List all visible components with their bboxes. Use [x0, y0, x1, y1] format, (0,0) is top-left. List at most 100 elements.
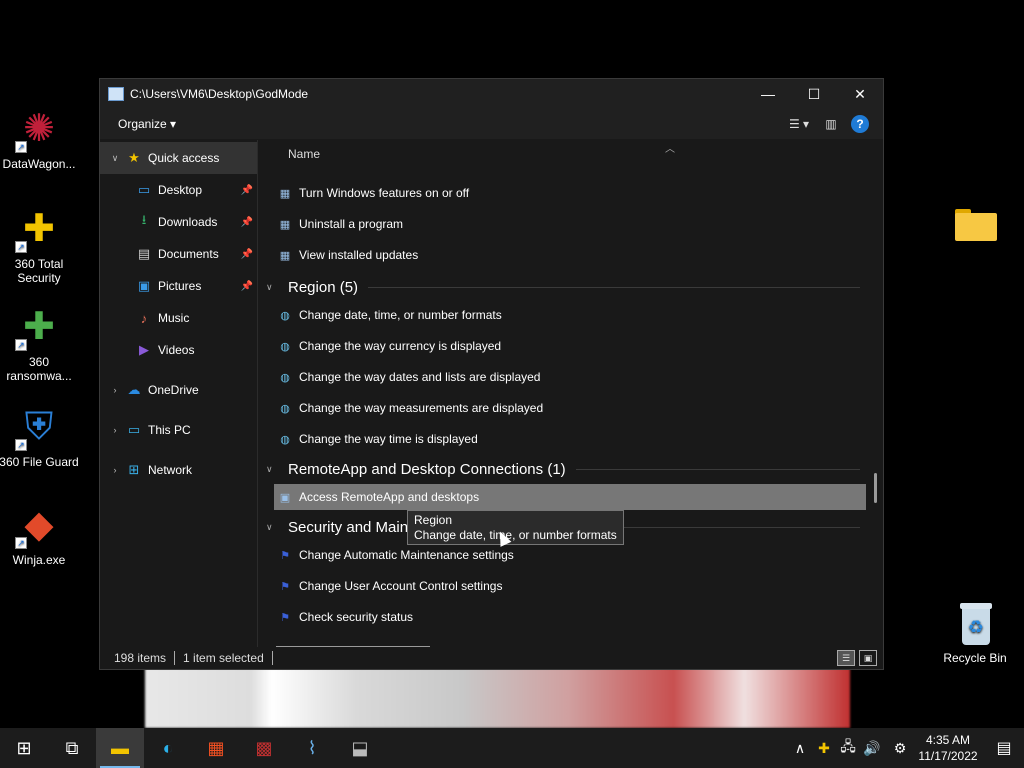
collapse-chevron-icon[interactable]: ∨	[266, 522, 280, 533]
nav-icon: ♪	[140, 310, 148, 326]
status-bar: 198 items 1 item selected ☰ ▣	[100, 647, 883, 669]
title-bar[interactable]: C:\Users\VM6\Desktop\GodMode — ☐ ✕	[100, 79, 883, 109]
control-panel-item-icon: ⚑	[280, 580, 290, 593]
nav-item-documents[interactable]: ▤ Documents 📌	[100, 238, 257, 270]
list-item-label: Change the way time is displayed	[299, 432, 478, 446]
details-view-icon[interactable]: ☰	[837, 650, 855, 666]
nav-item-quick-access[interactable]: ∨ ★ Quick access	[100, 142, 257, 174]
list-item[interactable]: ▦ Turn Windows features on or off	[274, 180, 866, 206]
nav-icon: ▭	[127, 422, 141, 437]
list-item[interactable]: ⚑ Check security status	[274, 604, 866, 630]
group-header[interactable]: ∨ Region (5)	[266, 275, 866, 299]
nav-item-music[interactable]: ♪ Music	[100, 302, 257, 334]
nav-icon: ⭳	[141, 212, 147, 227]
expand-chevron-icon[interactable]: ∨	[108, 153, 122, 164]
control-panel-item-icon: ▦	[279, 187, 291, 200]
recycle-bin[interactable]: ♻ Recycle Bin	[935, 603, 1015, 665]
nav-item-label: Pictures	[158, 279, 202, 293]
nav-icon: ⊞	[128, 462, 140, 477]
list-item[interactable]: ⚑ Change User Account Control settings	[274, 573, 866, 599]
explorer-body: ∨ ★ Quick access ▭ Desktop 📌 ⭳ Downloads 📌 ▤ Docum…	[100, 140, 883, 650]
maximize-button[interactable]: ☐	[791, 79, 837, 109]
list-item[interactable]: ▦ Uninstall a program	[274, 211, 866, 237]
preview-pane-icon[interactable]: ▥	[819, 114, 843, 134]
collapse-chevron-icon[interactable]: ∨	[266, 464, 280, 475]
file-explorer-button[interactable]: ▬	[96, 728, 144, 768]
collapse-chevron-icon[interactable]: ∨	[266, 282, 280, 293]
column-header[interactable]: Name ︿	[258, 140, 883, 168]
list-item[interactable]: ▣ Access RemoteApp and desktops	[274, 484, 866, 510]
pin-icon: 📌	[240, 280, 253, 292]
nav-item-label: Downloads	[158, 215, 218, 229]
expand-chevron-icon[interactable]: ›	[108, 465, 122, 475]
expand-chevron-icon[interactable]: ›	[108, 385, 122, 395]
desktop-shortcut[interactable]: ✺ ↗ DataWagon...	[0, 105, 79, 171]
app-drive-button[interactable]: ⬓	[336, 728, 384, 768]
close-button[interactable]: ✕	[837, 79, 883, 109]
nav-item-onedrive[interactable]: › ☁ OneDrive	[100, 374, 257, 406]
control-panel-item-icon: ◍	[280, 371, 290, 384]
nav-item-this-pc[interactable]: › ▭ This PC	[100, 414, 257, 446]
list-item[interactable]: ◍ Change the way currency is displayed	[274, 333, 866, 359]
desktop-shortcut[interactable]: ✚ ↗ 360 ransomwa...	[0, 303, 79, 383]
nav-item-pictures[interactable]: ▣ Pictures 📌	[100, 270, 257, 302]
notification-center-icon[interactable]: ▤	[984, 738, 1024, 758]
clock-time: 4:35 AM	[925, 733, 971, 747]
list-item-label: Change date, time, or number formats	[299, 308, 502, 322]
list-item[interactable]: ◍ Change date, time, or number formats	[274, 302, 866, 328]
pin-icon: 📌	[240, 184, 253, 196]
list-item-label: Access RemoteApp and desktops	[299, 490, 480, 504]
pin-icon: 📌	[240, 216, 253, 228]
vertical-scrollbar[interactable]	[874, 473, 877, 503]
edge-button[interactable]: ◐	[144, 728, 192, 768]
control-panel-item-icon: ▦	[279, 218, 291, 231]
column-name[interactable]: Name	[288, 147, 320, 161]
organize-menu[interactable]: Organize ▾	[110, 113, 184, 135]
settings-gear-icon[interactable]: ⚙	[888, 740, 912, 757]
list-item[interactable]: ▦ View installed updates	[274, 242, 866, 268]
help-icon[interactable]: ?	[851, 114, 869, 133]
nav-item-downloads[interactable]: ⭳ Downloads 📌	[100, 206, 257, 238]
recycle-bin-icon: ♻	[956, 603, 994, 647]
list-item[interactable]: ◍ Change the way dates and lists are disp…	[274, 364, 866, 390]
group-divider	[575, 468, 860, 470]
nav-icon: ▣	[137, 278, 151, 293]
list-item[interactable]: ⚑ Change Automatic Maintenance settings	[274, 542, 866, 568]
group-header[interactable]: ∨ RemoteApp and Desktop Connections (1)	[266, 457, 866, 481]
control-panel-item-icon: ◍	[280, 309, 290, 322]
clock-date: 11/17/2022	[918, 749, 978, 763]
nav-item-desktop[interactable]: ▭ Desktop 📌	[100, 174, 257, 206]
clock[interactable]: 4:35 AM 11/17/2022	[912, 732, 984, 764]
360-tray-icon[interactable]: ✚	[812, 740, 836, 757]
list-item-label: Turn Windows features on or off	[299, 186, 470, 200]
desktop-shortcut[interactable]: ✚ ↗ 360 Total Security	[0, 205, 79, 285]
list-item[interactable]: ◍ Change the way time is displayed	[274, 426, 866, 452]
desktop-shortcut[interactable]: ◆ ↗ Winja.exe	[0, 501, 79, 567]
task-view-button[interactable]: ⧉	[48, 728, 96, 768]
desktop-shortcut-label: DataWagon...	[2, 157, 76, 171]
expand-chevron-icon[interactable]: ›	[108, 425, 122, 435]
nav-item-label: Quick access	[148, 151, 220, 165]
start-button[interactable]: ⊞	[0, 728, 48, 768]
show-hidden-icons-button[interactable]: ∧	[788, 740, 812, 757]
desktop-shortcut-label: 360 ransomwa...	[6, 355, 72, 383]
group-title: Security and Mainte	[288, 518, 421, 536]
large-icons-view-icon[interactable]: ▣	[859, 650, 877, 666]
control-panel-item-icon: ◍	[280, 402, 290, 415]
store-button[interactable]: ▦	[192, 728, 240, 768]
app-red-button[interactable]: ▩	[240, 728, 288, 768]
window-icon	[108, 87, 124, 101]
network-icon[interactable]: 🖧	[836, 736, 860, 760]
desktop-shortcut[interactable]: ⛨ ↗ 360 File Guard	[0, 403, 79, 469]
nav-item-network[interactable]: › ⊞ Network	[100, 454, 257, 486]
list-item[interactable]: ◍ Change the way measurements are display…	[274, 395, 866, 421]
view-options-icon[interactable]: ☰ ▾	[787, 114, 811, 134]
nav-icon: ▭	[137, 182, 151, 197]
desktop-folder-icon[interactable]	[935, 205, 1015, 245]
list-item-label: Change the way dates and lists are displ…	[299, 370, 541, 384]
volume-icon[interactable]: 🔊	[860, 740, 884, 757]
desktop-shortcut-label: 360 Total Security	[14, 257, 64, 285]
nav-item-videos[interactable]: ▶ Videos	[100, 334, 257, 366]
minimize-button[interactable]: —	[745, 79, 791, 109]
app-monitor-button[interactable]: ⌇	[288, 728, 336, 768]
